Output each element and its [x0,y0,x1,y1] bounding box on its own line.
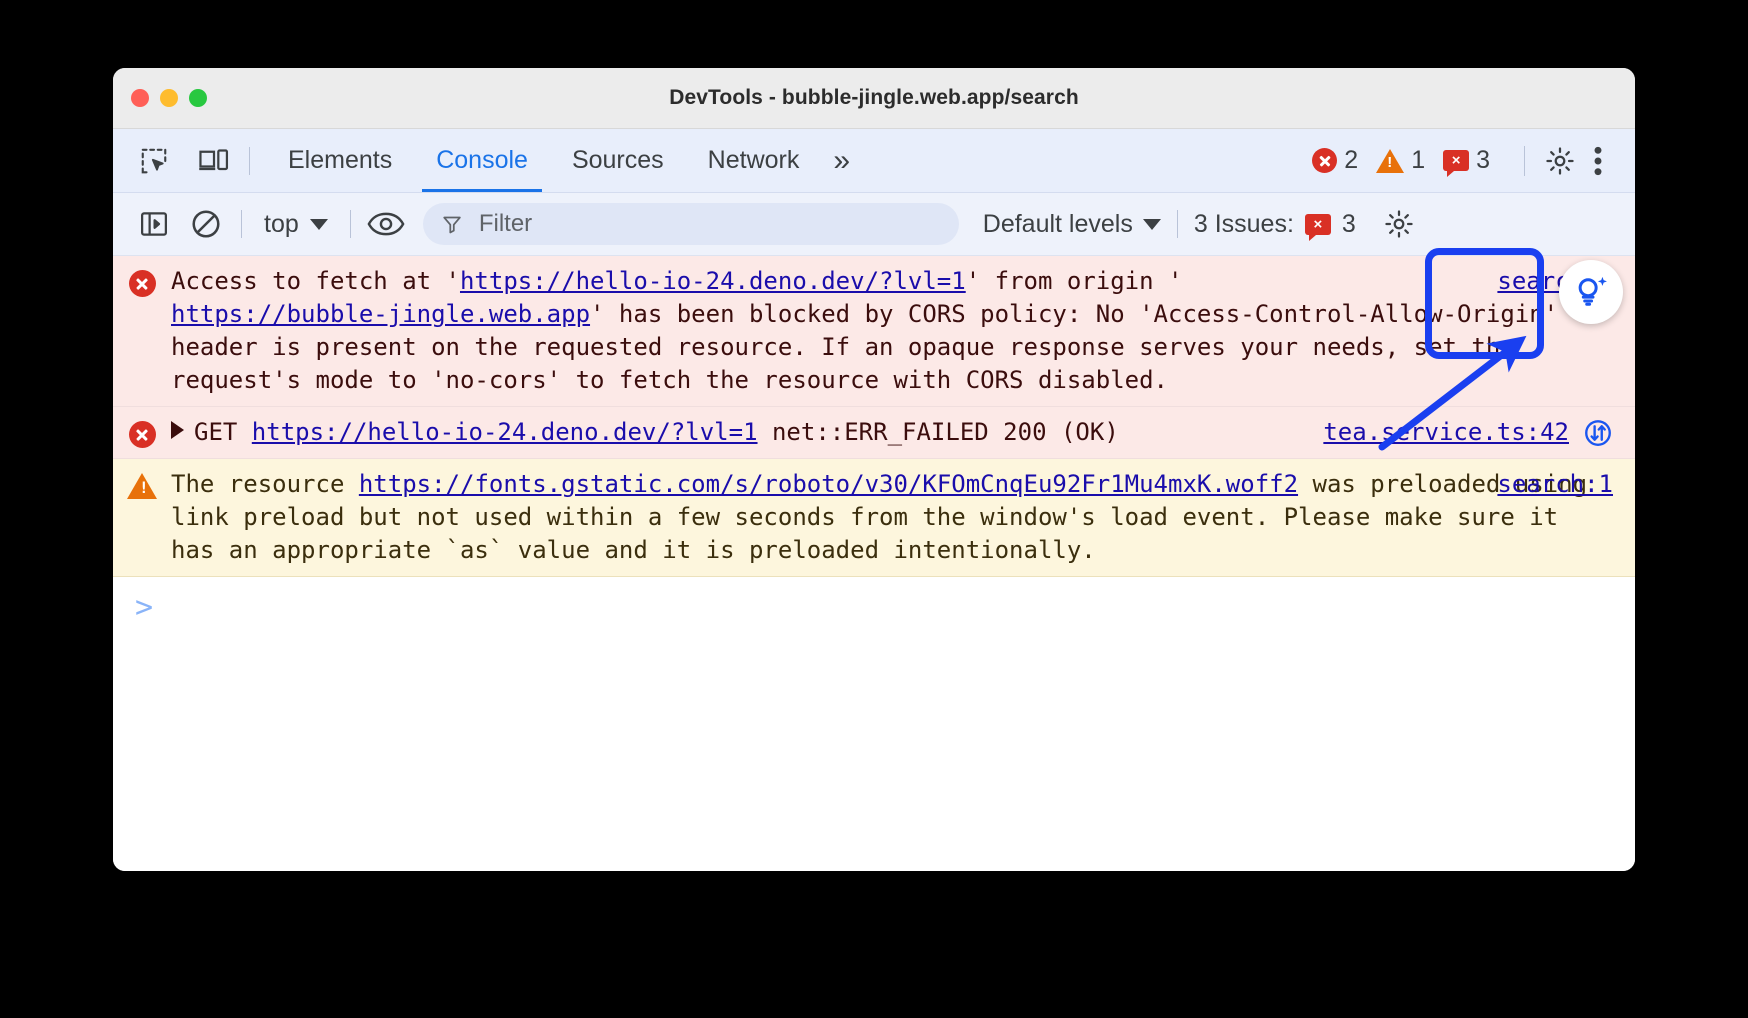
chevron-down-icon [310,219,328,230]
console-sidebar-toggle-icon[interactable] [135,205,173,243]
gear-icon[interactable] [1541,142,1579,180]
execution-context-label: top [264,210,299,239]
toolbar-divider-3 [1177,210,1178,238]
panel-tabs: Elements Console Sources Network » [266,129,862,192]
warning-counter[interactable]: 1 [1376,146,1425,175]
log-levels-label: Default levels [983,210,1133,239]
error-icon [129,270,156,297]
console-message-list[interactable]: Access to fetch at 'https://hello-io-24.… [113,256,1635,871]
window-titlebar: DevTools - bubble-jingle.web.app/search [113,68,1635,129]
issues-count: 3 [1476,146,1490,175]
tab-elements[interactable]: Elements [266,129,414,192]
msg1-link-request-url[interactable]: https://hello-io-24.deno.dev/?lvl=1 [252,418,758,446]
msg1-part0: GET [194,418,252,446]
error-counter[interactable]: 2 [1312,146,1358,175]
message-level-icon-wrapper [113,468,171,567]
devtools-tabbar: Elements Console Sources Network » 2 1 ×… [113,129,1635,193]
console-prompt-row[interactable]: > [113,577,1635,653]
msg0-part0: Access to fetch at ' [171,267,460,295]
maximize-window-button[interactable] [189,89,207,107]
execution-context-selector[interactable]: top [258,210,334,239]
console-toolbar: top Default levels 3 Issues: × 3 [113,193,1635,256]
tabbar-status-area: 2 1 × 3 [1312,142,1635,180]
status-divider [1524,146,1525,176]
issues-counter[interactable]: × 3 [1443,146,1490,175]
tabbar-divider [249,147,250,175]
msg1-source-link-wrapper: tea.service.ts:42 [1323,416,1613,449]
msg0-link-fetch-url[interactable]: https://hello-io-24.deno.dev/?lvl=1 [460,267,966,295]
issue-icon: × [1443,150,1469,171]
filter-input[interactable] [477,209,941,239]
tab-elements-label: Elements [288,146,392,175]
msg0-link-origin-url[interactable]: https://bubble-jingle.web.app [171,300,590,328]
lightbulb-sparkle-icon [1571,272,1611,312]
close-window-button[interactable] [131,89,149,107]
toolbar-divider-1 [241,210,242,238]
msg1-part2: net::ERR_FAILED 200 (OK) [758,418,1119,446]
warning-icon [127,473,157,499]
devtools-window: DevTools - bubble-jingle.web.app/search … [113,68,1635,871]
console-message-error-cors[interactable]: Access to fetch at 'https://hello-io-24.… [113,256,1635,407]
issue-icon: × [1305,214,1331,235]
console-message-text: Access to fetch at 'https://hello-io-24.… [171,265,1635,397]
console-message-warning-preload[interactable]: The resource https://fonts.gstatic.com/s… [113,459,1635,577]
ai-insight-button[interactable] [1559,260,1623,324]
live-expression-eye-icon[interactable] [367,205,405,243]
tabbar-icon-group [113,142,233,180]
msg1-source-link[interactable]: tea.service.ts:42 [1323,416,1569,449]
more-tabs-label: » [833,144,850,178]
filter-icon [441,212,463,236]
console-message-text: The resource https://fonts.gstatic.com/s… [171,468,1635,567]
device-toolbar-icon[interactable] [195,142,233,180]
message-level-icon-wrapper [113,265,171,397]
issues-label: 3 Issues: [1194,210,1294,239]
tab-network-label: Network [708,146,800,175]
message-level-icon-wrapper [113,416,171,449]
msg2-part0: The resource [171,470,359,498]
error-count: 2 [1344,146,1358,175]
log-levels-selector[interactable]: Default levels [983,210,1161,239]
issues-button-count: 3 [1342,210,1356,239]
minimize-window-button[interactable] [160,89,178,107]
chevron-down-icon [1143,219,1161,230]
error-icon [129,421,156,448]
inspect-element-icon[interactable] [135,142,173,180]
console-prompt-caret: > [135,593,153,623]
window-title: DevTools - bubble-jingle.web.app/search [113,86,1635,110]
more-tabs-icon[interactable]: » [821,129,862,192]
msg0-part2: ' from origin ' [966,267,1183,295]
console-settings-gear-icon[interactable] [1380,205,1418,243]
issues-button[interactable]: 3 Issues: × 3 [1194,210,1356,239]
msg2-link-font-url[interactable]: https://fonts.gstatic.com/s/roboto/v30/K… [359,470,1298,498]
warning-count: 1 [1411,146,1425,175]
warning-icon [1376,149,1404,173]
more-options-icon[interactable] [1579,142,1617,180]
msg2-source-link[interactable]: search:1 [1497,468,1613,501]
console-message-error-get[interactable]: GET https://hello-io-24.deno.dev/?lvl=1 … [113,407,1635,459]
toolbar-divider-2 [350,210,351,238]
clear-console-icon[interactable] [187,205,225,243]
tab-sources[interactable]: Sources [550,129,686,192]
filter-input-wrapper[interactable] [423,203,959,245]
tab-network[interactable]: Network [686,129,822,192]
traffic-lights [131,89,207,107]
network-request-icon[interactable] [1583,418,1613,448]
expand-arrow-icon[interactable] [171,421,184,439]
tab-sources-label: Sources [572,146,664,175]
error-icon [1312,148,1337,173]
tab-console[interactable]: Console [414,129,550,192]
tab-console-label: Console [436,146,528,175]
ai-insight-button-wrapper [1559,260,1623,324]
